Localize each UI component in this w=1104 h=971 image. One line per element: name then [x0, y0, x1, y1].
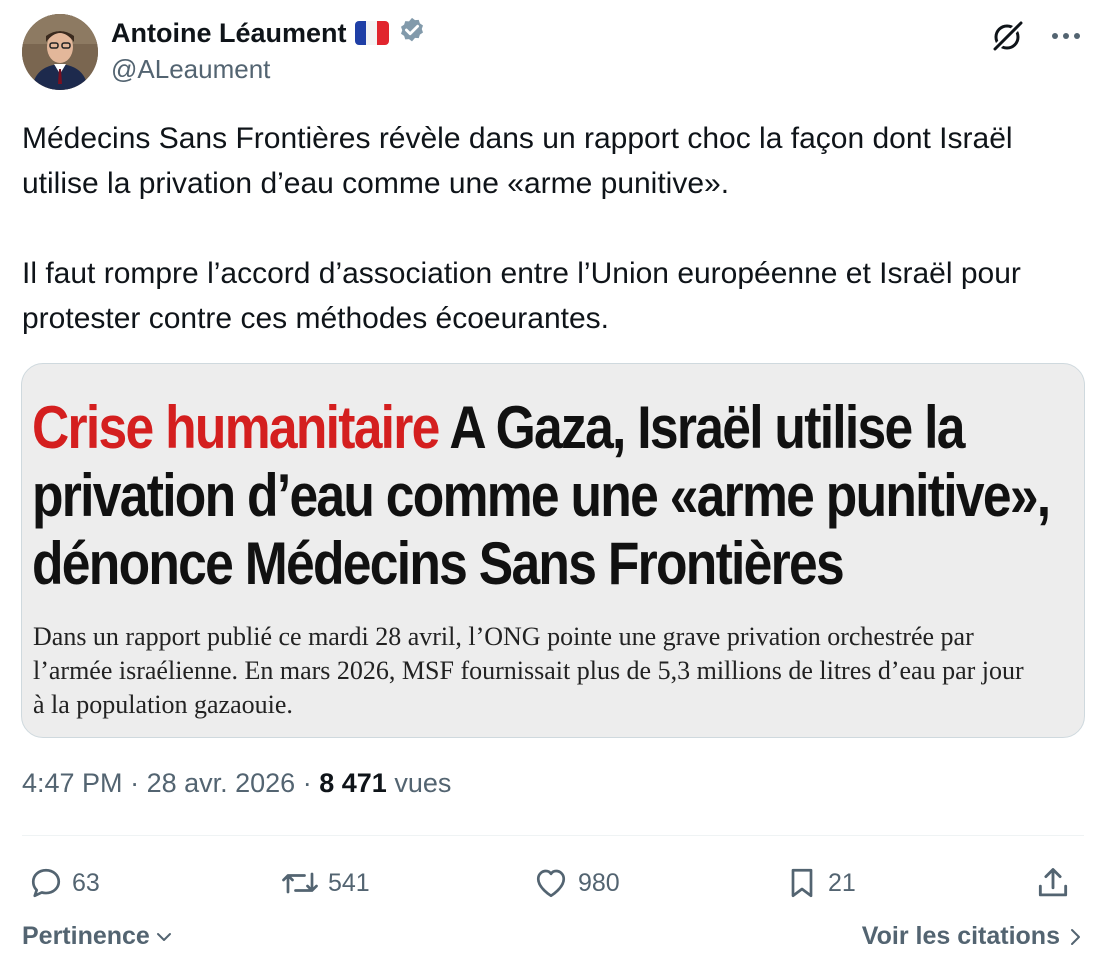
- like-count: 980: [578, 868, 620, 897]
- share-icon: [1038, 868, 1068, 897]
- reply-footer: Pertinence Voir les citations: [22, 922, 1084, 962]
- reply-button[interactable]: 63: [28, 858, 100, 908]
- tweet-paragraph-1: Médecins Sans Frontières révèle dans un …: [22, 122, 1013, 200]
- retweet-button[interactable]: 541: [280, 858, 370, 908]
- tweet-paragraph-2: Il faut rompre l’accord d’association en…: [22, 257, 1021, 335]
- more-options-icon[interactable]: [1046, 16, 1086, 56]
- reply-icon: [31, 868, 61, 898]
- grok-icon[interactable]: [988, 16, 1028, 56]
- verified-badge-icon[interactable]: [397, 16, 427, 51]
- author-handle[interactable]: @ALeaument: [111, 54, 270, 85]
- retweet-icon: [282, 872, 318, 894]
- action-bar: 63 541 980 21: [22, 858, 1084, 908]
- heart-icon: [536, 869, 566, 898]
- article-summary: Dans un rapport publié ce mardi 28 avril…: [33, 622, 1024, 719]
- sort-label: Pertinence: [22, 922, 150, 950]
- chevron-down-icon: [156, 932, 171, 941]
- tweet-text: Médecins Sans Frontières révèle dans un …: [22, 116, 1082, 341]
- view-quotes-link[interactable]: Voir les citations: [862, 922, 1084, 951]
- avatar[interactable]: [22, 14, 98, 90]
- reply-count: 63: [72, 868, 100, 897]
- retweet-count: 541: [328, 868, 370, 897]
- bookmark-icon: [791, 868, 813, 898]
- tweet-meta: 4:47 PM · 28 avr. 2026 · 8 471 vues: [22, 768, 452, 798]
- divider: [22, 835, 1084, 836]
- share-button[interactable]: [1034, 858, 1072, 908]
- view-quotes-label: Voir les citations: [861, 922, 1060, 950]
- views-label: vues: [394, 768, 452, 798]
- france-flag-icon: [354, 21, 389, 45]
- tweet-date[interactable]: 28 avr. 2026: [147, 768, 296, 798]
- sort-dropdown[interactable]: Pertinence: [22, 922, 174, 951]
- author-name[interactable]: Antoine Léaument: [111, 18, 347, 49]
- headline-kicker: Crise humanitaire: [32, 394, 440, 461]
- views-count: 8 471: [319, 768, 387, 798]
- bookmark-count: 21: [828, 868, 856, 897]
- chevron-right-icon: [1071, 928, 1080, 945]
- bookmark-button[interactable]: 21: [784, 858, 856, 908]
- tweet-time[interactable]: 4:47 PM: [22, 768, 123, 798]
- article-headline: Crise humanitaire A Gaza, Israël utilise…: [32, 394, 1073, 598]
- media-image[interactable]: Crise humanitaire A Gaza, Israël utilise…: [21, 363, 1085, 738]
- like-button[interactable]: 980: [532, 858, 620, 908]
